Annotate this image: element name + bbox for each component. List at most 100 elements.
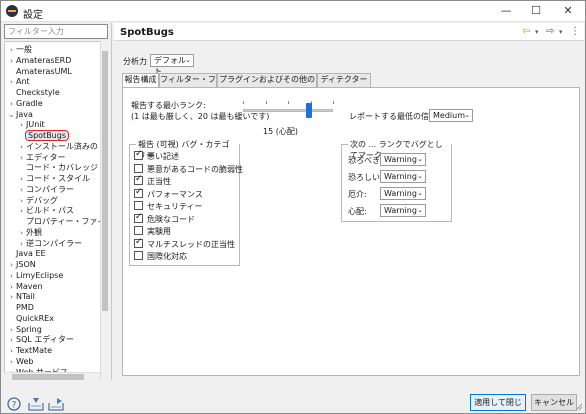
tree-item-label: インストール済みの JRE (26, 141, 108, 151)
checkbox-checked[interactable] (134, 187, 143, 198)
scrollbar-thumb[interactable] (12, 374, 84, 380)
tree-item-label: LimyEclipse (16, 270, 64, 280)
rank-mark-value: Warning (384, 206, 417, 215)
tree-item[interactable]: › TextMate (7, 345, 52, 356)
help-icon[interactable]: ? (7, 397, 21, 411)
tree-item[interactable]: › ビルド・パス (17, 205, 74, 216)
view-menu-icon[interactable]: ⋮ (570, 26, 580, 37)
tab-detector-config[interactable]: ディテクター構成 (317, 73, 371, 96)
panel-divider[interactable] (111, 23, 112, 380)
export-icon[interactable] (48, 397, 64, 411)
tree-item[interactable]: Java EE (7, 248, 46, 259)
preferences-window: 設定 — ☐ ✕ ›一般›AmaterasERDAmaterasUML›AntC… (0, 0, 586, 414)
tree-item[interactable]: › コンパイラー (17, 184, 74, 195)
tree-item[interactable]: AmaterasUML (7, 66, 72, 77)
analysis-effort-select[interactable]: デフォルト ⌄ (150, 54, 194, 76)
checkbox-unchecked[interactable] (134, 251, 143, 260)
spotbugs-settings-page: 分析力 デフォルト ⌄ 報告構成 フィルター・ファイル プラグインおよびその他の… (114, 42, 584, 380)
cancel-button[interactable]: キャンセル (531, 394, 577, 411)
tree-item[interactable]: › Gradle (7, 98, 43, 109)
tree-vertical-scrollbar[interactable] (100, 41, 108, 380)
checkbox-checked[interactable] (134, 237, 143, 248)
rank-mark-select[interactable]: Warning ⌄ (380, 170, 426, 183)
tree-item[interactable]: コード・カバレッジ (17, 162, 98, 173)
tree-item[interactable]: › NTail (7, 291, 35, 302)
category-checkbox-row[interactable]: 国際化対応 (134, 251, 187, 262)
resize-grip-icon[interactable] (575, 403, 583, 411)
checkbox-unchecked[interactable] (134, 163, 143, 173)
slider-thumb[interactable] (306, 103, 313, 118)
category-checkbox-row[interactable]: 実験用 (134, 226, 171, 237)
back-menu-chevron-icon[interactable]: ▾ (535, 28, 539, 36)
tree-item[interactable]: PMD (7, 302, 34, 313)
window-title: 設定 (23, 10, 43, 21)
tree-item[interactable]: › デバッグ (17, 195, 58, 206)
checkbox-unchecked[interactable] (134, 226, 143, 235)
rank-mark-value: Warning (384, 172, 417, 181)
category-checkbox-row[interactable]: セキュリティー (134, 201, 203, 212)
apply-and-close-button[interactable]: 適用して閉じる (470, 394, 526, 414)
category-checkbox-row[interactable]: 悪い記述 (134, 149, 179, 162)
back-arrow-icon[interactable]: ⇦ (522, 26, 530, 37)
tree-item[interactable]: › 外観 (17, 227, 42, 238)
category-label: パフォーマンス (147, 189, 203, 199)
min-confidence-select[interactable]: Medium ⌄ (429, 109, 473, 122)
tree-item[interactable]: Checkstyle (7, 87, 60, 98)
tree-item[interactable]: › JUnit (17, 119, 45, 130)
rank-mark-select[interactable]: Warning ⌄ (380, 187, 426, 200)
tree-item[interactable]: › Web (7, 356, 33, 367)
category-label: 危険なコード (147, 214, 195, 224)
tree-item[interactable]: QuickREx (7, 313, 54, 324)
tree-item-selected[interactable]: SpotBugs (17, 130, 69, 141)
tree-item[interactable]: › AmaterasERD (7, 55, 71, 66)
tab-report-config[interactable]: 報告構成 (122, 73, 159, 88)
tree-item[interactable]: › Spring (7, 324, 42, 335)
rank-mark-select[interactable]: Warning ⌄ (380, 204, 426, 217)
forward-arrow-icon[interactable]: ⇨ (546, 26, 554, 37)
tree-item[interactable]: › LimyEclipse (7, 270, 63, 281)
tree-item-label: SQL エディター (16, 335, 74, 345)
slider-tick (243, 101, 244, 104)
tree-item[interactable]: › コード・スタイル (17, 173, 90, 184)
tree-item[interactable]: › エディター (17, 152, 65, 163)
category-checkbox-row[interactable]: 正当性 (134, 174, 171, 187)
chevron-down-icon[interactable]: ⌄ (7, 110, 16, 121)
tree-item[interactable]: プロパティー・ファイル・エディター (17, 216, 107, 227)
forward-menu-chevron-icon[interactable]: ▾ (559, 28, 563, 36)
maximize-button[interactable]: ☐ (521, 1, 551, 21)
tree-item[interactable]: › 逆コンパイラー (17, 238, 82, 249)
rank-mark-select[interactable]: Warning ⌄ (380, 153, 426, 166)
scrollbar-thumb[interactable] (102, 51, 108, 311)
tab-plugins-other[interactable]: プラグインおよびその他の設定 (217, 73, 317, 96)
tree-item[interactable]: › インストール済みの JRE (17, 141, 108, 152)
tree-item[interactable]: ⌄ Java (7, 109, 33, 120)
category-checkbox-row[interactable]: マルチスレッドの正当性 (134, 237, 235, 250)
tree-item-label: Ant (16, 77, 30, 87)
tree-item[interactable]: › JSON (7, 259, 36, 270)
checkbox-checked[interactable] (134, 149, 143, 160)
min-rank-slider[interactable] (243, 98, 334, 120)
minimize-button[interactable]: — (491, 1, 521, 21)
category-checkbox-row[interactable]: 危険なコード (134, 212, 195, 225)
checkbox-checked[interactable] (134, 212, 143, 223)
tree-item-label: ビルド・パス (26, 206, 74, 216)
checkbox-unchecked[interactable] (134, 201, 143, 210)
tree-item[interactable]: › Maven (7, 281, 42, 292)
min-confidence-value: Medium (433, 111, 465, 120)
category-checkbox-row[interactable]: パフォーマンス (134, 187, 203, 200)
import-icon[interactable] (28, 397, 44, 411)
tree-horizontal-scrollbar[interactable] (4, 372, 100, 380)
tree-item[interactable]: › 一般 (7, 44, 32, 55)
tree-item-label: JUnit (26, 120, 45, 130)
checkbox-checked[interactable] (134, 174, 143, 185)
tree-item[interactable]: › Ant (7, 76, 30, 87)
min-rank-caption: 15 (心配) (263, 127, 298, 136)
tree-item-label: Java EE (16, 249, 46, 259)
tab-filter-files[interactable]: フィルター・ファイル (159, 73, 217, 96)
tree-item-label: AmaterasUML (16, 66, 72, 76)
filter-input[interactable] (4, 24, 108, 39)
tree-item-label: コンパイラー (26, 184, 74, 194)
close-button[interactable]: ✕ (553, 1, 583, 21)
category-checkbox-row[interactable]: 悪意があるコードの脆弱性 (134, 163, 243, 175)
tree-item[interactable]: › SQL エディター (7, 334, 74, 345)
